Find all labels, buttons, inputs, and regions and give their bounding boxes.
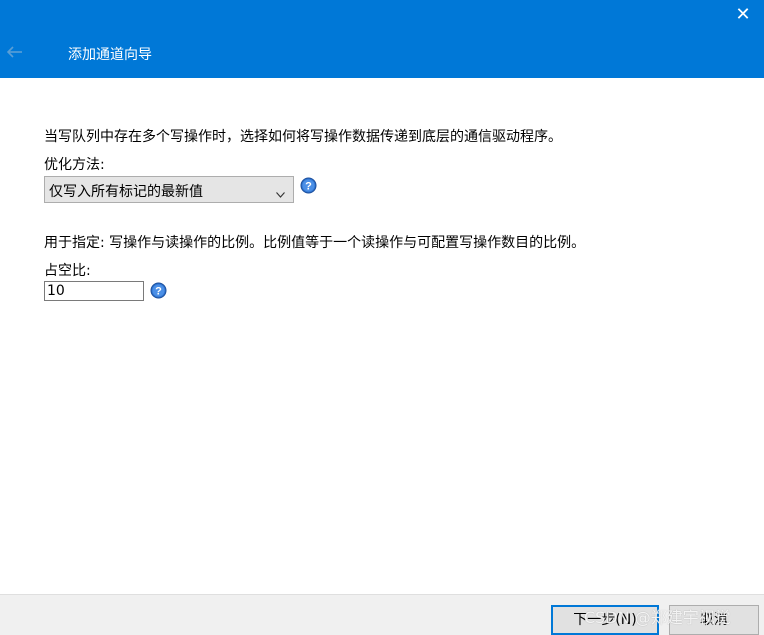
duty-ratio-description: 用于指定: 写操作与读操作的比例。比例值等于一个读操作与可配置写操作数目的比例。 [44, 235, 586, 251]
next-button[interactable]: 下一步(N) [551, 605, 659, 635]
wizard-footer: 下一步(N) 取消 [0, 594, 764, 635]
wizard-title: 添加通道向导 [68, 47, 152, 63]
duty-ratio-label: 占空比: [44, 263, 91, 279]
chevron-down-icon [276, 186, 285, 198]
close-icon[interactable]: ✕ [732, 4, 754, 26]
write-queue-description: 当写队列中存在多个写操作时，选择如何将写操作数据传递到底层的通信驱动程序。 [44, 129, 562, 145]
wizard-header: ✕ 添加通道向导 [0, 0, 764, 78]
cancel-button[interactable]: 取消 [669, 605, 759, 635]
help-icon[interactable]: ? [150, 282, 167, 299]
optimization-method-select[interactable]: 仅写入所有标记的最新值 [44, 176, 294, 203]
svg-text:?: ? [155, 286, 162, 298]
wizard-content: 当写队列中存在多个写操作时，选择如何将写操作数据传递到底层的通信驱动程序。 优化… [0, 78, 764, 594]
svg-text:?: ? [305, 181, 312, 193]
optimization-method-value: 仅写入所有标记的最新值 [49, 184, 203, 200]
back-arrow-icon[interactable] [4, 42, 26, 62]
optimization-method-label: 优化方法: [44, 157, 105, 173]
help-icon[interactable]: ? [300, 177, 317, 194]
duty-ratio-input[interactable] [44, 281, 144, 301]
